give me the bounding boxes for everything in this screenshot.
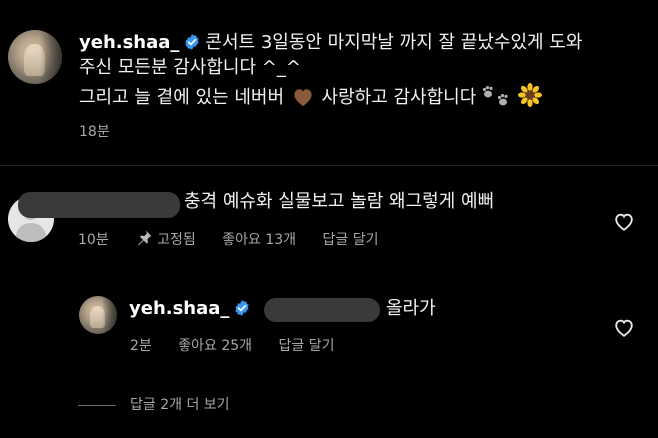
caption-divider: [0, 165, 658, 166]
commenter-username-redacted[interactable]: [18, 192, 180, 218]
caption-line-1: yeh.shaa_ 콘서트 3일동안 마지막날 까지 잘 끝났수있게 도와: [79, 31, 582, 55]
sunflower-emoji: [517, 83, 542, 107]
paw-prints-emoji: [482, 86, 508, 106]
view-more-replies-button[interactable]: 답글 2개 더 보기: [130, 396, 252, 414]
verified-badge-icon: [235, 300, 250, 316]
pinned-label: 고정됨: [157, 232, 196, 248]
reply-author-avatar[interactable]: [79, 296, 117, 334]
caption-text-2: 주신 모든분 감사합니다 ^_^: [79, 57, 301, 78]
post-meta: 18분: [79, 123, 132, 141]
caption-text-3a: 그리고 늘 곁에 있는 네버버: [79, 87, 285, 108]
comment-line: 충격 예슈화 실물보고 놀람 왜그렇게 예뻐: [184, 190, 494, 214]
reply-text: 올라가: [386, 298, 436, 319]
pin-icon: [138, 230, 152, 246]
reply-reply-button[interactable]: 답글 달기: [279, 338, 335, 354]
post-author-username[interactable]: yeh.shaa_: [79, 32, 179, 53]
reply-author-username[interactable]: yeh.shaa_: [129, 298, 229, 319]
reply-meta: 2분 좋아요 25개 답글 달기: [130, 337, 356, 355]
caption-line-2: 주신 모든분 감사합니다 ^_^: [79, 56, 301, 80]
more-replies-line: [78, 405, 116, 406]
comment-meta: 10분 고정됨 좋아요 13개 답글 달기: [78, 229, 400, 249]
verified-badge-icon: [185, 34, 200, 50]
brown-heart-emoji: [294, 89, 312, 107]
comment-like-heart-icon[interactable]: [613, 211, 635, 233]
mentioned-user-redacted[interactable]: [264, 298, 380, 322]
comment-time: 10분: [78, 232, 109, 248]
reply-likes[interactable]: 좋아요 25개: [178, 338, 252, 354]
comment-likes[interactable]: 좋아요 13개: [222, 232, 296, 248]
more-replies-label[interactable]: 답글 2개 더 보기: [130, 397, 230, 413]
post-time: 18분: [79, 124, 110, 140]
reply-time: 2분: [130, 338, 152, 354]
comment-reply-button[interactable]: 답글 달기: [323, 232, 379, 248]
reply-line: yeh.shaa_: [129, 297, 255, 321]
reply-like-heart-icon[interactable]: [613, 317, 635, 339]
comment-text: 충격 예슈화 실물보고 놀람 왜그렇게 예뻐: [184, 191, 495, 212]
caption-text-1: 콘서트 3일동안 마지막날 까지 잘 끝났수있게 도와: [205, 32, 583, 53]
comments-screen: { "post": { "username": "yeh.shaa_", "ca…: [0, 0, 658, 438]
reply-text-line: 올라가: [386, 297, 436, 321]
caption-text-3b: 사랑하고 감사합니다: [321, 87, 477, 108]
post-author-avatar[interactable]: [8, 30, 62, 84]
caption-line-3: 그리고 늘 곁에 있는 네버버 사랑하고 감사합니다: [79, 83, 542, 110]
